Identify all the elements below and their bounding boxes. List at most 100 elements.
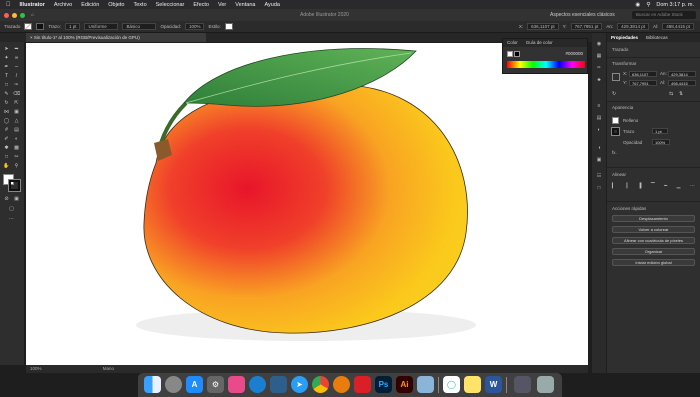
graphic-styles-panel-icon[interactable]: ▣	[595, 157, 603, 163]
artboard-tool-icon[interactable]: □	[3, 154, 10, 160]
y-field[interactable]: 767,7951 pt	[570, 23, 603, 30]
reference-point-icon[interactable]	[612, 73, 620, 81]
symbols-panel-icon[interactable]: ♣	[595, 77, 603, 83]
align-pixel-grid-button[interactable]: Alinear con cuadrícula de píxeles	[612, 237, 695, 244]
stroke-profile-select[interactable]: Uniforme	[84, 23, 119, 30]
flip-horizontal-icon[interactable]: ⇆	[669, 91, 673, 97]
color-spectrum[interactable]	[507, 61, 585, 68]
h-field[interactable]: 498,4415 pt	[662, 23, 694, 30]
x-field[interactable]: 636,1107 pt	[527, 23, 559, 30]
chrome-icon[interactable]	[312, 376, 329, 393]
align-bottom-icon[interactable]: ▁	[677, 183, 681, 190]
screen-mode-icon[interactable]: ▢	[8, 206, 15, 212]
edge-icon[interactable]	[249, 376, 266, 393]
files-icon[interactable]	[270, 376, 287, 393]
graphic-style-swatch[interactable]	[224, 23, 233, 30]
clock[interactable]: Dom 3:17 p. m.	[656, 2, 694, 8]
safari-icon[interactable]: ➤	[291, 376, 308, 393]
fx-button[interactable]: fx.	[612, 150, 617, 155]
blender-icon[interactable]	[333, 376, 350, 393]
menu-efecto[interactable]: Efecto	[193, 2, 209, 8]
stroke-weight-field[interactable]: 1 pt	[64, 23, 81, 30]
pen-tool-icon[interactable]: ✒	[3, 64, 10, 70]
artboard-canvas[interactable]	[26, 43, 588, 365]
align-center-v-icon[interactable]: ━	[664, 183, 667, 190]
transform-y-field[interactable]: 767,7951	[629, 80, 657, 86]
zoom-tool-icon[interactable]: ⚲	[13, 163, 20, 169]
gradient-tool-icon[interactable]: ▤	[13, 127, 20, 133]
panel-fill-swatch[interactable]	[507, 51, 513, 57]
fill-swatch[interactable]	[24, 23, 33, 30]
menu-ventana[interactable]: Ventana	[235, 2, 255, 8]
align-top-icon[interactable]: ▔	[651, 183, 655, 190]
edit-toolbar-icon[interactable]: ⋯	[8, 216, 15, 222]
mesh-tool-icon[interactable]: #	[3, 127, 10, 133]
menu-seleccionar[interactable]: Seleccionar	[156, 2, 185, 8]
search-icon[interactable]: ⚲	[646, 2, 650, 8]
finder-icon[interactable]	[144, 376, 161, 393]
color-panel-icon[interactable]: ◉	[595, 41, 603, 47]
trash-icon[interactable]	[537, 376, 554, 393]
transparency-panel-icon[interactable]: ◐	[595, 127, 603, 133]
rotate-icon[interactable]: ↻	[612, 91, 616, 97]
apple-menu-icon[interactable]: 	[6, 2, 11, 8]
fill-stroke-widget[interactable]	[3, 174, 21, 192]
layers-panel-icon[interactable]: ☷	[595, 173, 603, 179]
tab-color[interactable]: Color	[507, 39, 518, 47]
none-color-icon[interactable]: ⊘	[3, 196, 10, 202]
brushes-panel-icon[interactable]: ✑	[595, 65, 603, 71]
menu-ayuda[interactable]: Ayuda	[264, 2, 280, 8]
fill-appearance-swatch[interactable]	[612, 117, 619, 124]
rectangle-tool-icon[interactable]: □	[3, 82, 10, 88]
blend-tool-icon[interactable]: ◐	[13, 136, 20, 142]
downloads-icon[interactable]	[514, 376, 531, 393]
align-center-h-icon[interactable]: ┃	[625, 183, 628, 190]
zoom-level[interactable]: 100%	[30, 366, 42, 371]
lasso-tool-icon[interactable]: ∞	[13, 55, 20, 61]
wondershare-icon[interactable]: ◯	[443, 376, 460, 393]
preview-2-icon[interactable]	[417, 376, 434, 393]
tab-libraries[interactable]: Bibliotecas	[646, 33, 668, 42]
pencil-tool-icon[interactable]: ✎	[3, 91, 10, 97]
opacity-field[interactable]: 100%	[184, 23, 205, 30]
paintbrush-tool-icon[interactable]: ✑	[13, 82, 20, 88]
align-more-icon[interactable]: ⋯	[690, 183, 695, 190]
line-tool-icon[interactable]: /	[13, 73, 20, 79]
close-window-button[interactable]	[4, 12, 9, 18]
flip-vertical-icon[interactable]: ⇅	[679, 91, 683, 97]
tab-color-guide[interactable]: Guía de color	[526, 39, 553, 47]
width-tool-icon[interactable]: ⋈	[3, 109, 10, 115]
app-menu[interactable]: Illustrator	[20, 2, 45, 8]
slice-tool-icon[interactable]: ✂	[13, 154, 20, 160]
rotate-tool-icon[interactable]: ↻	[3, 100, 10, 106]
word-icon[interactable]: W	[485, 376, 502, 393]
perspective-grid-tool-icon[interactable]: △	[13, 118, 20, 124]
creative-cloud-icon[interactable]	[354, 376, 371, 393]
menu-ver[interactable]: Ver	[218, 2, 226, 8]
zoom-window-button[interactable]	[20, 12, 25, 18]
gradient-panel-icon[interactable]: ▤	[595, 115, 603, 121]
workspace-switcher[interactable]: Aspectos esenciales clásicos	[550, 12, 615, 18]
photoshop-icon[interactable]: Ps	[375, 376, 392, 393]
hand-tool-icon[interactable]: ✋	[3, 163, 10, 169]
menu-archivo[interactable]: Archivo	[54, 2, 72, 8]
launchpad-icon[interactable]	[165, 376, 182, 393]
app-store-icon[interactable]: A	[186, 376, 203, 393]
transform-x-field[interactable]: 636,1107	[629, 71, 657, 77]
tab-properties[interactable]: Propiedades	[611, 33, 638, 42]
document-tab[interactable]: × Sin título-1* al 100% (RGB/Previsualiz…	[26, 33, 206, 42]
stroke-appearance-swatch[interactable]	[611, 127, 620, 136]
illustrator-icon[interactable]: Ai	[396, 376, 413, 393]
scale-tool-icon[interactable]: ⇱	[13, 100, 20, 106]
mango-artwork[interactable]	[26, 43, 588, 365]
selection-tool-icon[interactable]: ➤	[3, 46, 10, 52]
free-transform-tool-icon[interactable]: ▣	[13, 109, 20, 115]
stroke-weight-field[interactable]: 1 pt	[652, 128, 668, 134]
artboards-panel-icon[interactable]: □	[595, 185, 603, 191]
draw-mode-icon[interactable]: ▣	[13, 196, 20, 202]
recolor-button[interactable]: Volver a colorear	[612, 226, 695, 233]
appearance-panel-icon[interactable]: ◑	[595, 145, 603, 151]
hex-field[interactable]: #000000	[565, 51, 583, 56]
opacity-field[interactable]: 100%	[652, 139, 670, 145]
eyedropper-tool-icon[interactable]: ✐	[3, 136, 10, 142]
